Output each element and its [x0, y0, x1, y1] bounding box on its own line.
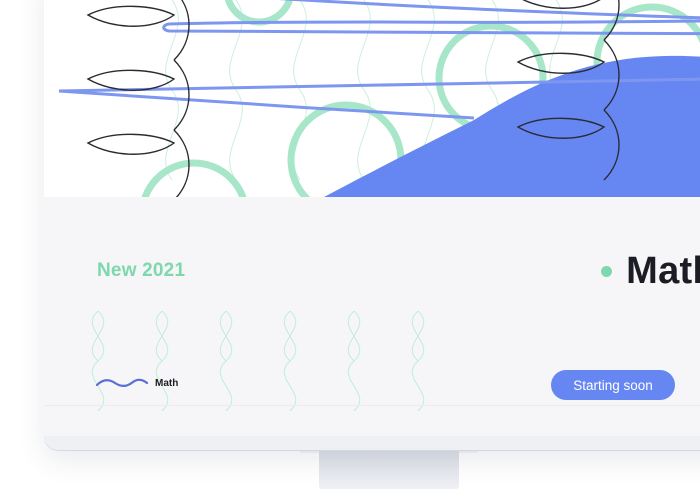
banner-illustration [44, 0, 700, 197]
monitor: New 2021 Math [44, 0, 700, 450]
screen-divider [44, 405, 700, 406]
screen: New 2021 Math [44, 0, 700, 436]
page: New 2021 Math [0, 0, 700, 489]
banner-artwork [58, 0, 700, 197]
wave-pattern-decor [91, 311, 425, 411]
starting-soon-button[interactable]: Starting soon [551, 370, 675, 400]
monitor-stand [319, 451, 459, 489]
green-dot-icon [601, 266, 613, 277]
course-title: Math [626, 250, 700, 292]
wavy-line-icon [95, 378, 149, 387]
course-title-row: Math [601, 250, 700, 293]
subject-tag-label: Math [155, 377, 179, 389]
new-badge: New 2021 [97, 260, 186, 281]
subject-tag: Math [95, 377, 178, 389]
